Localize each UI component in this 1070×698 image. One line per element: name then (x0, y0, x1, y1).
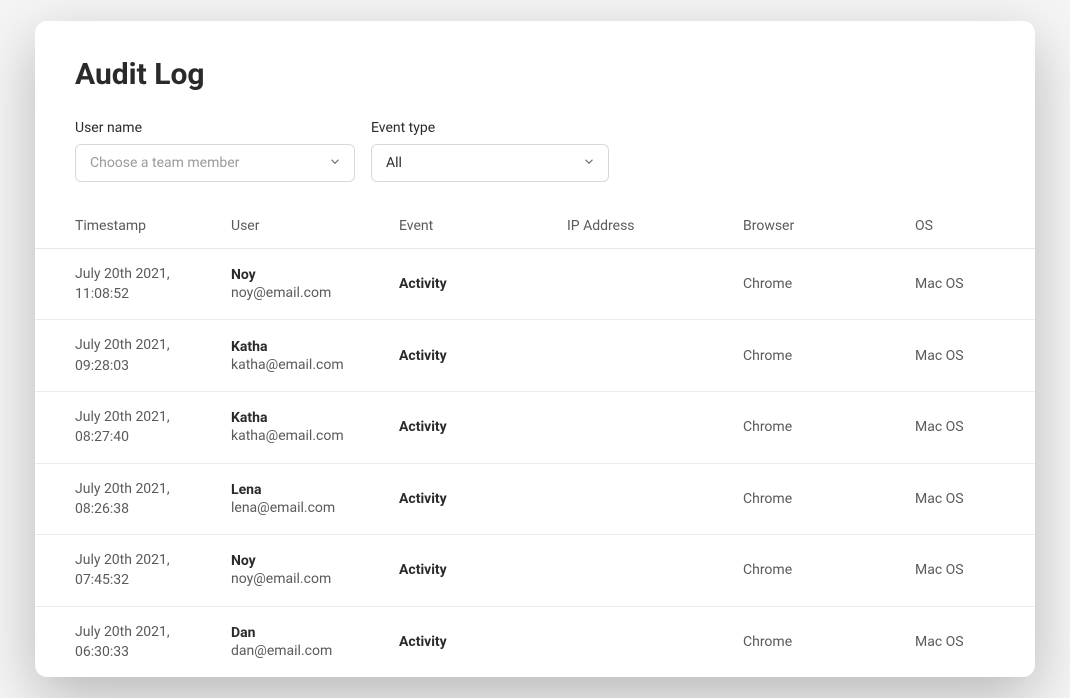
chevron-down-icon (582, 153, 596, 172)
cell-event: Activity (399, 419, 567, 435)
user-email: lena@email.com (231, 500, 387, 516)
cell-browser: Chrome (743, 634, 915, 650)
filter-user-name: User name Choose a team member (75, 120, 355, 182)
table-header: Timestamp User Event IP Address Browser … (35, 202, 1035, 249)
header-os: OS (915, 218, 995, 234)
cell-event: Activity (399, 491, 567, 507)
chevron-down-icon (328, 153, 342, 172)
user-name: Katha (231, 410, 387, 426)
header-browser: Browser (743, 218, 915, 234)
audit-log-card: Audit Log User name Choose a team member… (35, 21, 1035, 678)
user-email: katha@email.com (231, 428, 387, 444)
cell-event: Activity (399, 276, 567, 292)
user-name: Lena (231, 482, 387, 498)
cell-browser: Chrome (743, 419, 915, 435)
cell-user: Noy noy@email.com (231, 553, 399, 587)
cell-browser: Chrome (743, 491, 915, 507)
filter-event-type-label: Event type (371, 120, 609, 136)
user-name: Katha (231, 339, 387, 355)
user-name: Dan (231, 625, 387, 641)
cell-os: Mac OS (915, 348, 995, 364)
cell-timestamp: July 20th 2021, 11:08:52 (75, 264, 231, 305)
table-row: July 20th 2021, 09:28:03Katha katha@email… (35, 320, 1035, 392)
audit-log-table: Timestamp User Event IP Address Browser … (35, 202, 1035, 678)
filter-event-type: Event type All (371, 120, 609, 182)
user-name: Noy (231, 553, 387, 569)
cell-event: Activity (399, 348, 567, 364)
cell-event: Activity (399, 562, 567, 578)
user-name: Noy (231, 267, 387, 283)
page-title: Audit Log (75, 57, 995, 92)
cell-timestamp: July 20th 2021, 06:30:33 (75, 622, 231, 663)
user-name-select[interactable]: Choose a team member (75, 144, 355, 182)
user-name-select-value: Choose a team member (90, 155, 239, 171)
cell-os: Mac OS (915, 634, 995, 650)
cell-user: Katha katha@email.com (231, 410, 399, 444)
filters: User name Choose a team member Event typ… (75, 120, 995, 182)
cell-timestamp: July 20th 2021, 08:26:38 (75, 479, 231, 520)
cell-timestamp: July 20th 2021, 07:45:32 (75, 550, 231, 591)
cell-event: Activity (399, 634, 567, 650)
cell-timestamp: July 20th 2021, 09:28:03 (75, 335, 231, 376)
cell-os: Mac OS (915, 562, 995, 578)
table-row: July 20th 2021, 06:30:33Dan dan@email.com… (35, 607, 1035, 678)
table-row: July 20th 2021, 08:27:40Katha katha@email… (35, 392, 1035, 464)
cell-os: Mac OS (915, 419, 995, 435)
header-event: Event (399, 218, 567, 234)
cell-user: Lena lena@email.com (231, 482, 399, 516)
cell-os: Mac OS (915, 491, 995, 507)
user-email: noy@email.com (231, 285, 387, 301)
user-email: noy@email.com (231, 571, 387, 587)
event-type-select-value: All (386, 155, 402, 171)
table-row: July 20th 2021, 11:08:52Noy noy@email.com… (35, 249, 1035, 321)
cell-browser: Chrome (743, 348, 915, 364)
cell-user: Dan dan@email.com (231, 625, 399, 659)
table-body: July 20th 2021, 11:08:52Noynoy@email.com… (35, 249, 1035, 678)
cell-browser: Chrome (743, 562, 915, 578)
header-ip: IP Address (567, 218, 743, 234)
table-row: July 20th 2021, 07:45:32Noy noy@email.com… (35, 535, 1035, 607)
cell-user: Noy noy@email.com (231, 267, 399, 301)
header-user: User (231, 218, 399, 234)
table-row: July 20th 2021, 08:26:38Lena lena@email.c… (35, 464, 1035, 536)
filter-user-name-label: User name (75, 120, 355, 136)
cell-timestamp: July 20th 2021, 08:27:40 (75, 407, 231, 448)
header-timestamp: Timestamp (75, 218, 231, 234)
cell-user: Katha katha@email.com (231, 339, 399, 373)
cell-browser: Chrome (743, 276, 915, 292)
user-email: dan@email.com (231, 643, 387, 659)
cell-os: Mac OS (915, 276, 995, 292)
user-email: katha@email.com (231, 357, 387, 373)
event-type-select[interactable]: All (371, 144, 609, 182)
